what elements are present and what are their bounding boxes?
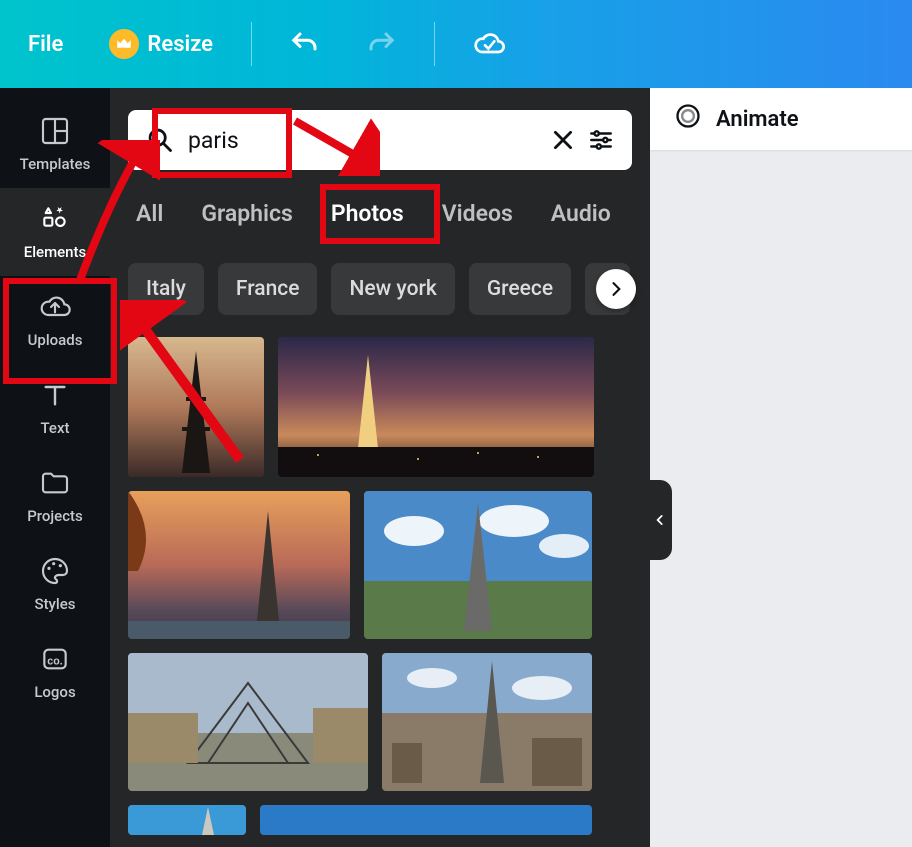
undo-button[interactable] [280, 19, 330, 69]
animate-icon [674, 102, 702, 136]
sidebar-item-styles[interactable]: Styles [0, 540, 110, 628]
sidebar-item-templates[interactable]: Templates [0, 100, 110, 188]
panel-collapse-handle[interactable] [648, 480, 672, 560]
svg-text:co.: co. [47, 655, 62, 667]
cloud-sync-button[interactable] [463, 19, 515, 69]
sidebar-item-label: Logos [34, 683, 75, 701]
chip-france[interactable]: France [218, 263, 318, 315]
photo-thumbnail[interactable] [364, 491, 592, 639]
logos-icon: co. [39, 643, 71, 675]
chip-newyork[interactable]: New york [331, 263, 454, 315]
chip-scroll-right[interactable] [596, 269, 636, 309]
chip-greece[interactable]: Greece [469, 263, 571, 315]
tab-photos[interactable]: Photos [323, 194, 412, 233]
sidebar-item-elements[interactable]: Elements [0, 188, 110, 276]
photo-thumbnail[interactable] [260, 805, 592, 835]
chevron-left-icon [653, 513, 667, 527]
sidebar-item-label: Text [40, 419, 69, 437]
divider [434, 22, 435, 66]
sidebar-item-uploads[interactable]: Uploads [0, 276, 110, 364]
uploads-icon [39, 291, 71, 323]
resize-label: Resize [147, 32, 213, 57]
tab-all[interactable]: All [128, 194, 171, 233]
photo-thumbnail[interactable] [128, 491, 350, 639]
category-tabs: All Graphics Photos Videos Audio [128, 194, 632, 233]
file-menu[interactable]: File [18, 19, 73, 69]
photo-thumbnail[interactable] [278, 337, 594, 477]
chip-italy[interactable]: Italy [128, 263, 204, 315]
chevron-right-icon [606, 279, 626, 299]
tool-sidebar: Templates Elements Uploads Text Projects… [0, 88, 110, 847]
search-input[interactable] [180, 127, 544, 154]
elements-icon [39, 203, 71, 235]
folder-icon [39, 467, 71, 499]
canvas-toolbar: Animate [650, 88, 912, 150]
resize-button[interactable]: Resize [99, 19, 223, 69]
elements-panel: All Graphics Photos Videos Audio Italy F… [110, 88, 650, 847]
tab-videos[interactable]: Videos [434, 194, 521, 233]
sidebar-item-text[interactable]: Text [0, 364, 110, 452]
clear-search-button[interactable] [544, 121, 582, 159]
photo-thumbnail[interactable] [128, 805, 246, 835]
photo-results [128, 337, 632, 835]
text-icon [39, 379, 71, 411]
top-toolbar: File Resize [0, 0, 912, 88]
sidebar-item-label: Styles [34, 595, 75, 613]
search-bar [128, 110, 632, 170]
canvas-area: Animate [650, 88, 912, 847]
suggestion-chips: Italy France New york Greece Ja [128, 263, 632, 315]
sidebar-item-label: Uploads [28, 331, 83, 349]
divider [251, 22, 252, 66]
sidebar-item-logos[interactable]: co. Logos [0, 628, 110, 716]
photo-thumbnail[interactable] [382, 653, 592, 791]
sidebar-item-label: Templates [20, 155, 91, 173]
redo-button[interactable] [356, 19, 406, 69]
photo-thumbnail[interactable] [128, 337, 264, 477]
animate-button[interactable]: Animate [674, 102, 799, 136]
sidebar-item-label: Projects [27, 507, 83, 525]
templates-icon [39, 115, 71, 147]
tab-audio[interactable]: Audio [543, 194, 619, 233]
sidebar-item-label: Elements [24, 243, 87, 261]
filter-button[interactable] [582, 121, 620, 159]
crown-icon [109, 29, 139, 59]
animate-label: Animate [716, 107, 799, 132]
sidebar-item-projects[interactable]: Projects [0, 452, 110, 540]
palette-icon [39, 555, 71, 587]
tab-graphics[interactable]: Graphics [193, 194, 301, 233]
search-icon [140, 120, 180, 160]
photo-thumbnail[interactable] [128, 653, 368, 791]
